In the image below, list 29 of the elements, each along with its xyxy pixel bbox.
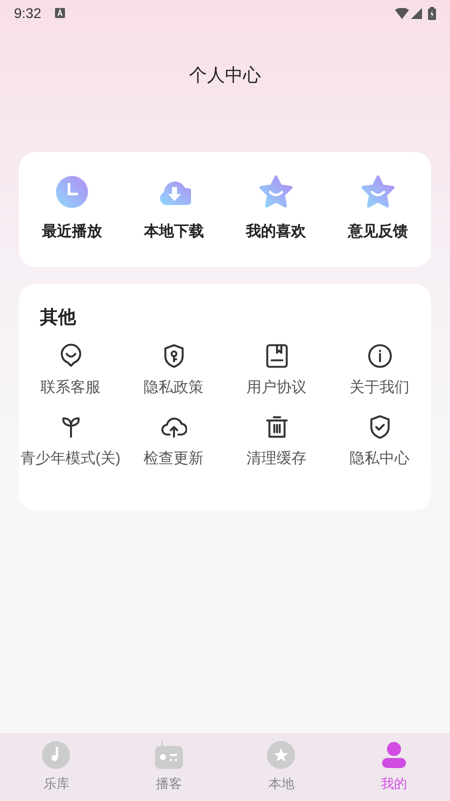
trash-icon xyxy=(264,414,290,440)
smiling-star-icon xyxy=(259,175,293,210)
person-icon xyxy=(380,740,408,769)
shortcut-button[interactable]: 最近播放 xyxy=(24,175,120,244)
menu-item[interactable]: 清理缓存 xyxy=(246,414,306,470)
menu-item[interactable]: 关于我们 xyxy=(350,343,410,400)
music-disc-icon xyxy=(42,740,70,769)
page-title: 个人中心 xyxy=(189,64,261,86)
menu-item[interactable]: 用户协议 xyxy=(246,343,306,400)
bookmark-book-icon xyxy=(264,343,290,369)
menu-item[interactable]: 联系客服 xyxy=(40,343,100,400)
battery-icon xyxy=(428,6,436,20)
menu-item[interactable]: 青少年模式(关) xyxy=(20,414,120,470)
menu-item[interactable]: 隐私政策 xyxy=(144,343,204,400)
menu-item[interactable]: 隐私中心 xyxy=(350,414,410,470)
signal-icon xyxy=(411,8,422,18)
shortcut-button[interactable]: 我的喜欢 xyxy=(228,175,324,244)
notification-icon xyxy=(55,8,66,18)
section-heading: 其他 xyxy=(40,306,76,329)
smiling-star-icon xyxy=(361,175,395,210)
radio-icon xyxy=(154,740,183,769)
clock-icon xyxy=(55,175,89,210)
star-circle-icon xyxy=(267,740,296,769)
info-icon xyxy=(366,343,392,369)
wifi-icon xyxy=(395,8,409,18)
shortcut-button[interactable]: 意见反馈 xyxy=(330,175,426,244)
menu-item[interactable]: 检查更新 xyxy=(144,414,204,470)
shortcut-button[interactable]: 本地下载 xyxy=(126,175,222,244)
status-time: 9:32 xyxy=(14,4,42,22)
